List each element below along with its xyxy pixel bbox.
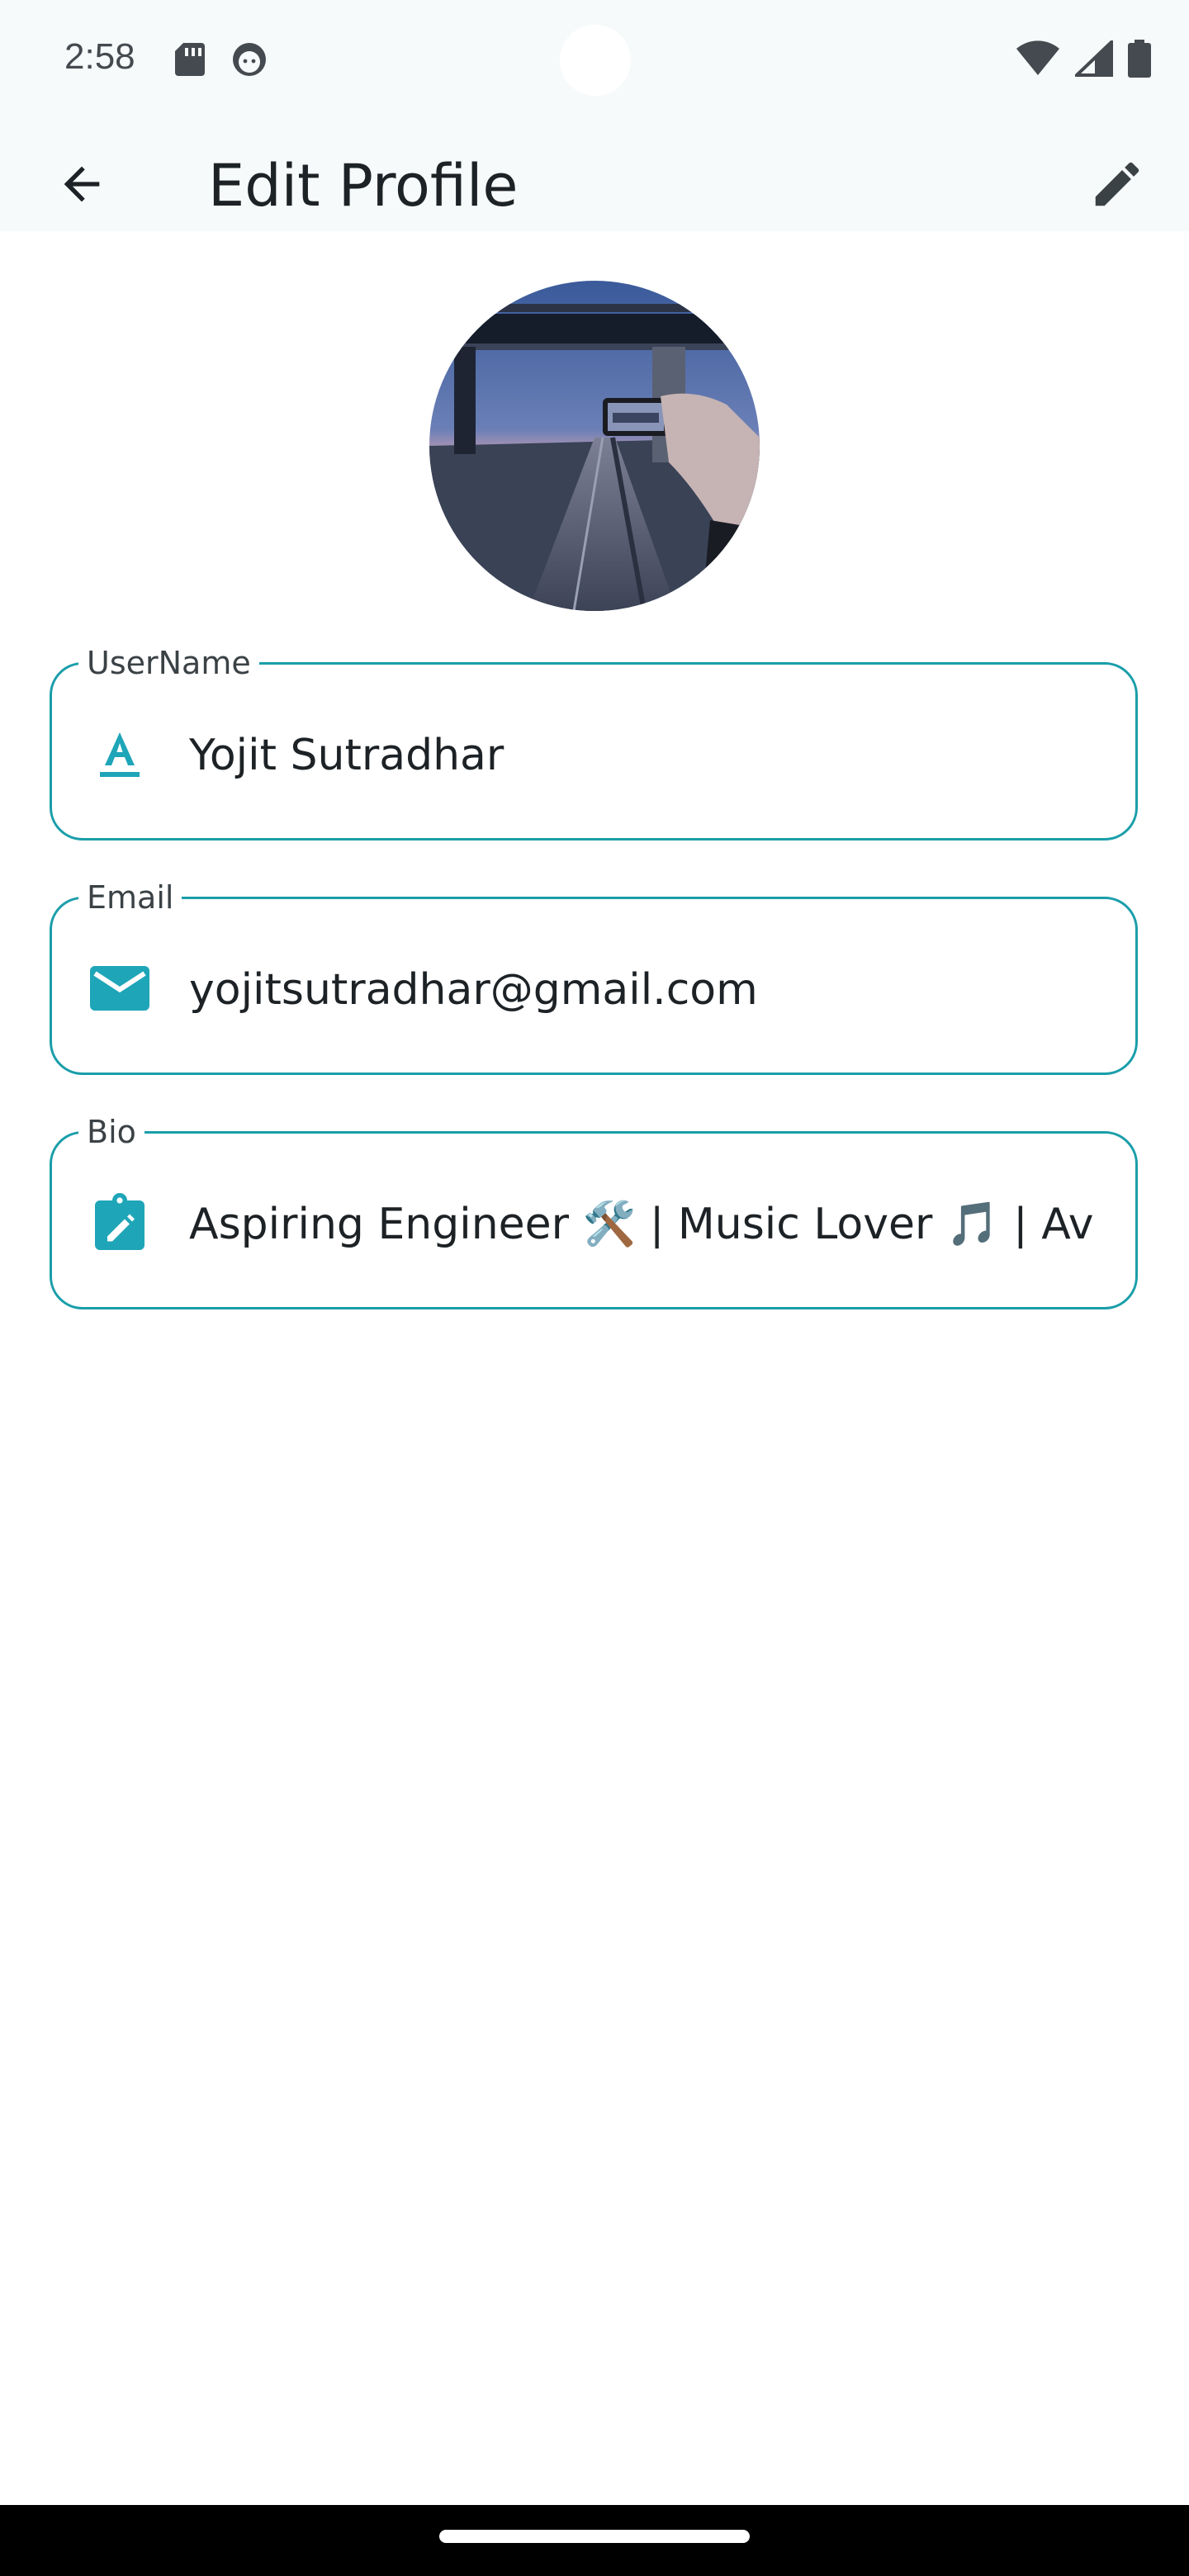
pencil-icon bbox=[1095, 162, 1139, 206]
status-right-icons bbox=[1016, 38, 1151, 81]
signal-icon bbox=[1073, 38, 1113, 80]
edit-button[interactable] bbox=[1080, 147, 1154, 221]
avatar-photo bbox=[429, 281, 760, 611]
camera-cutout bbox=[560, 25, 631, 96]
email-label: Email bbox=[78, 879, 182, 916]
username-label: UserName bbox=[78, 645, 259, 681]
edit-note-icon bbox=[88, 1191, 151, 1254]
bio-value[interactable]: Aspiring Engineer 🛠️ | Music Lover 🎵 | A… bbox=[189, 1200, 1114, 1249]
profile-avatar[interactable] bbox=[429, 281, 760, 611]
bio-label: Bio bbox=[78, 1114, 144, 1150]
back-button[interactable] bbox=[45, 147, 119, 221]
sd-card-icon bbox=[173, 41, 206, 81]
app-bar: Edit Profile bbox=[0, 124, 1189, 231]
bio-field[interactable]: Bio Aspiring Engineer 🛠️ | Music Lover 🎵… bbox=[50, 1114, 1138, 1309]
username-value[interactable]: Yojit Sutradhar bbox=[189, 731, 1114, 780]
status-time: 2:58 bbox=[64, 36, 135, 77]
battery-icon bbox=[1128, 40, 1151, 81]
page-title: Edit Profile bbox=[208, 152, 519, 220]
system-nav-bar bbox=[0, 2505, 1189, 2576]
edit-profile-screen: 2:58 Edit Profile UserName Yojit Sutradh… bbox=[0, 0, 1189, 2576]
email-field[interactable]: Email yojitsutradhar@gmail.com bbox=[50, 879, 1138, 1075]
email-value[interactable]: yojitsutradhar@gmail.com bbox=[189, 965, 1114, 1015]
wifi-icon bbox=[1016, 40, 1060, 80]
mail-icon bbox=[88, 957, 151, 1020]
status-bar: 2:58 bbox=[0, 0, 1189, 124]
face-icon bbox=[231, 41, 268, 81]
home-gesture-handle[interactable] bbox=[439, 2530, 750, 2543]
status-left-icons bbox=[173, 41, 268, 81]
arrow-back-icon bbox=[64, 166, 100, 202]
text-format-icon bbox=[88, 722, 151, 785]
username-field[interactable]: UserName Yojit Sutradhar bbox=[50, 645, 1138, 841]
